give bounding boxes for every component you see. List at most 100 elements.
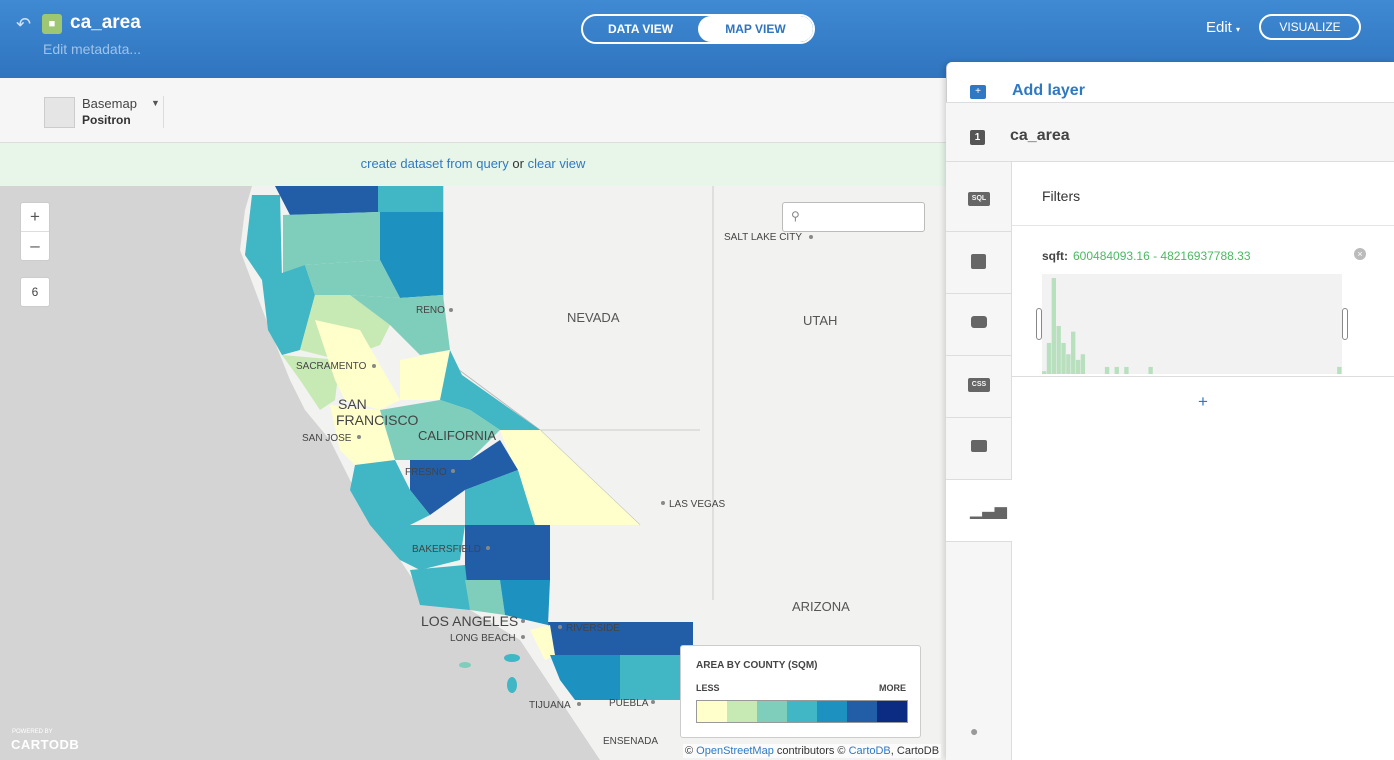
city-dot xyxy=(521,619,525,623)
map-search-input[interactable]: ⚲ xyxy=(782,202,925,232)
css-tab[interactable]: CSS xyxy=(946,356,1012,418)
lightbulb-icon[interactable]: ● xyxy=(970,723,978,739)
histogram-bar xyxy=(1124,366,1129,374)
cartodb-link[interactable]: CartoDB xyxy=(849,745,891,757)
legend-swatch xyxy=(817,701,847,722)
filter-histogram[interactable] xyxy=(1042,274,1342,374)
legends-icon xyxy=(971,440,987,452)
layer-number-badge: 1 xyxy=(970,130,985,145)
powered-by-text: POWERED BY xyxy=(12,729,53,735)
legend-swatch xyxy=(877,701,907,722)
map-label: SAN JOSE xyxy=(302,433,352,444)
legends-tab[interactable] xyxy=(946,418,1012,480)
map-label: FRANCISCO xyxy=(336,412,419,428)
search-icon: ⚲ xyxy=(791,209,800,223)
map-legend: AREA BY COUNTY (SQM) LESS MORE xyxy=(680,645,921,738)
divider xyxy=(1012,225,1394,226)
legend-swatch xyxy=(787,701,817,722)
map-view-tab[interactable]: MAP VIEW xyxy=(698,16,813,42)
legend-swatch xyxy=(757,701,787,722)
view-toggle: DATA VIEW MAP VIEW xyxy=(581,14,815,44)
city-dot xyxy=(357,435,361,439)
zoom-out-button[interactable]: – xyxy=(21,232,49,261)
cartodb-logo: CARTODB xyxy=(11,737,80,752)
county-polygon[interactable] xyxy=(465,580,505,615)
basemap-label[interactable]: Basemap xyxy=(82,96,137,111)
legend-swatch xyxy=(727,701,757,722)
divider xyxy=(163,96,164,128)
basemap-value[interactable]: Positron xyxy=(82,113,131,127)
histogram-bar xyxy=(1061,342,1066,374)
map-label: NEVADA xyxy=(567,310,620,325)
filters-title: Filters xyxy=(1042,188,1081,204)
map-label: SAN xyxy=(338,396,367,412)
city-dot xyxy=(558,625,562,629)
lock-icon[interactable]: ■ xyxy=(42,14,62,34)
attribution-prefix: © xyxy=(685,745,694,757)
island xyxy=(507,677,517,693)
zoom-level: 6 xyxy=(20,277,50,307)
layer-name[interactable]: ca_area xyxy=(1010,127,1070,145)
map-label: PUEBLA xyxy=(609,698,649,709)
clear-view-link[interactable]: clear view xyxy=(528,156,586,171)
edit-metadata-link[interactable]: Edit metadata... xyxy=(43,41,141,57)
add-layer-icon[interactable]: + xyxy=(970,85,986,99)
close-icon[interactable]: × xyxy=(1354,248,1366,260)
map-label: RENO xyxy=(416,305,445,316)
city-dot xyxy=(651,700,655,704)
city-dot xyxy=(521,635,525,639)
sql-tab[interactable]: SQL xyxy=(946,170,1012,232)
city-dot xyxy=(809,235,813,239)
filters-tab[interactable]: ▁▃▅ xyxy=(946,480,1012,542)
edit-menu[interactable]: Edit ▾ xyxy=(1206,19,1240,36)
histogram-bar xyxy=(1148,366,1153,374)
zoom-in-button[interactable]: + xyxy=(21,203,49,232)
infowindow-icon xyxy=(971,316,987,328)
create-dataset-link[interactable]: create dataset from query xyxy=(361,156,509,171)
back-arrow-icon[interactable]: ↶ xyxy=(16,14,31,35)
histogram-icon: ▁▃▅ xyxy=(970,502,1007,519)
histogram-bar xyxy=(1104,366,1110,374)
city-dot xyxy=(449,308,453,312)
island xyxy=(459,662,471,668)
edit-label: Edit xyxy=(1206,19,1232,36)
wizard-tab[interactable] xyxy=(946,232,1012,294)
city-dot xyxy=(372,364,376,368)
city-dot xyxy=(451,469,455,473)
histogram-bar xyxy=(1080,354,1086,374)
city-dot xyxy=(661,501,665,505)
attribution-mid: contributors © xyxy=(776,745,846,757)
legend-title: AREA BY COUNTY (SQM) xyxy=(696,660,818,671)
visualize-button[interactable]: VISUALIZE xyxy=(1259,14,1361,40)
legend-less: LESS xyxy=(696,683,720,693)
data-view-tab[interactable]: DATA VIEW xyxy=(583,16,698,42)
legend-color-ramp xyxy=(696,700,908,723)
chevron-down-icon: ▾ xyxy=(1236,25,1241,34)
county-polygon[interactable] xyxy=(275,186,378,215)
legend-swatch xyxy=(697,701,727,722)
county-polygon[interactable] xyxy=(378,186,443,212)
basemap-thumbnail[interactable] xyxy=(44,97,75,128)
island xyxy=(504,654,520,662)
range-handle-left[interactable] xyxy=(1036,308,1042,340)
histogram-bar xyxy=(1066,354,1071,374)
filter-column: sqft: xyxy=(1042,249,1068,263)
osm-link[interactable]: OpenStreetMap xyxy=(696,745,774,757)
infowindow-tab[interactable] xyxy=(946,294,1012,356)
map-toolbar: Basemap Positron ▼ xyxy=(0,78,946,143)
dataset-title[interactable]: ca_area xyxy=(70,12,141,34)
map-label: TIJUANA xyxy=(529,700,571,711)
map-label: LOS ANGELES xyxy=(421,613,518,629)
range-handle-right[interactable] xyxy=(1342,308,1348,340)
add-layer-button[interactable]: Add layer xyxy=(1012,82,1085,100)
chevron-down-icon[interactable]: ▼ xyxy=(151,98,160,108)
add-filter-button[interactable]: + xyxy=(1198,392,1208,412)
zoom-control: + – xyxy=(20,202,50,261)
map-label: CALIFORNIA xyxy=(418,428,496,443)
map-label: LONG BEACH xyxy=(450,633,516,644)
wizard-icon xyxy=(971,254,986,269)
legend-swatch xyxy=(847,701,877,722)
map-label: SACRAMENTO xyxy=(296,361,367,372)
attribution-suffix: , CartoDB xyxy=(890,745,940,757)
city-dot xyxy=(577,702,581,706)
